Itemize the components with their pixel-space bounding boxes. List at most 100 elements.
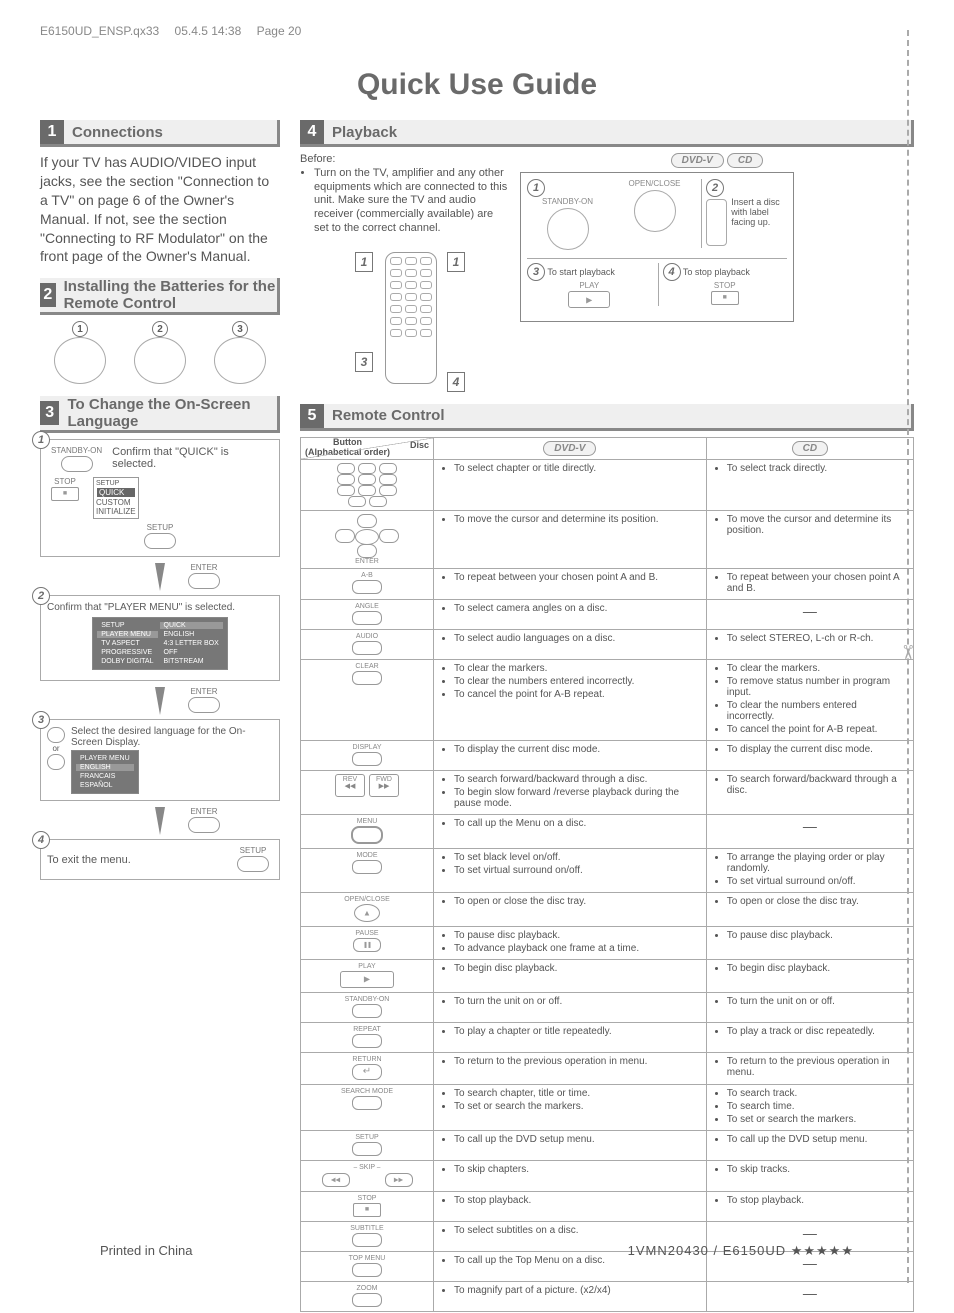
columns: 1 Connections If your TV has AUDIO/VIDEO… [40, 120, 914, 1312]
arrow-buttons: or [47, 726, 65, 794]
rc-bullet: To arrange the playing order or play ran… [727, 852, 907, 874]
rc-bullet: To set or search the markers. [727, 1114, 907, 1125]
rc-bullet: To select chapter or title directly. [454, 463, 700, 474]
playback-bullet: Turn on the TV, amplifier and any other … [314, 167, 510, 236]
file-meta: E6150UD_ENSP.qx33 05.4.5 14:38 Page 20 [40, 24, 914, 38]
stop-label: STOP [51, 477, 79, 486]
rc-dvd-cell: To select camera angles on a disc. [434, 599, 707, 629]
rc-bullet: To clear the markers. [727, 663, 907, 674]
rc-bullet: To stop playback. [454, 1195, 700, 1206]
rc-bullet: To call up the Menu on a disc. [454, 818, 700, 829]
osd-r2b: 4:3 LETTER BOX [160, 640, 223, 647]
rc-cd-cell: To open or close the disc tray. [706, 892, 913, 926]
rc-cd-cell: To pause disc playback. [706, 926, 913, 959]
rc-row: RETURN To return to the previous operatio… [301, 1052, 914, 1084]
section-3-num: 3 [40, 401, 59, 425]
rc-button-cell: CLEAR [301, 659, 434, 740]
osd-r4a: DOLBY DIGITAL [97, 658, 157, 665]
scissors-icon: ✂ [895, 644, 920, 661]
osd-lm-h: PLAYER MENU [76, 755, 134, 762]
rc-button-cell: AUDIO [301, 629, 434, 659]
rc-badge-cd: CD [792, 441, 828, 456]
rc-button-cell: OPEN/CLOSE [301, 892, 434, 926]
section-2-header: 2 Installing the Batteries for the Remot… [40, 278, 280, 315]
section-5-header: 5 Remote Control [300, 404, 914, 431]
rc-bullet: To begin disc playback. [454, 963, 700, 974]
rc-dvd-cell: To move the cursor and determine its pos… [434, 510, 707, 568]
rc-row: STOPTo stop playback.To stop playback. [301, 1191, 914, 1221]
pb-step-4: 4 [663, 263, 681, 281]
rc-head-cd: CD [706, 437, 913, 459]
pb-step-2: 2 [706, 179, 724, 197]
rc-bullet: To return to the previous operation in m… [454, 1056, 700, 1067]
osd-lm-o2: FRANCAIS [76, 773, 134, 780]
lang-step-4: 4 To exit the menu. SETUP [40, 839, 280, 880]
rc-button-cell [301, 459, 434, 510]
battery-step-1-image [54, 337, 106, 384]
osd-lm-o1: ENGLISH [76, 764, 134, 771]
meta-date: 05.4.5 14:38 [175, 24, 242, 38]
rc-button-cell: MODE [301, 848, 434, 892]
osd-lm-o3: ESPAÑOL [76, 782, 134, 789]
rc-head-dvd: DVD-V [434, 437, 707, 459]
rc-bullet: To play a chapter or title repeatedly. [454, 1026, 700, 1037]
rc-dvd-cell: To return to the previous operation in m… [434, 1052, 707, 1084]
battery-step-3-image [214, 337, 266, 384]
rc-dvd-cell: To skip chapters. [434, 1160, 707, 1191]
rc-button-cell: RETURN [301, 1052, 434, 1084]
rc-dvd-cell: To open or close the disc tray. [434, 892, 707, 926]
player-diagram: 1 STANDBY-ON OPEN/CLOSE [520, 172, 794, 322]
osd-r3b: OFF [160, 649, 223, 656]
rc-cd-cell: To search forward/backward through a dis… [706, 770, 913, 814]
rc-row: ZOOMTo magnify part of a picture. (x2/x4… [301, 1281, 914, 1311]
rc-bullet: To select STEREO, L-ch or R-ch. [727, 633, 907, 644]
section-1-num: 1 [40, 120, 64, 144]
pb-step-3: 3 [527, 263, 545, 281]
osd-r3a: PROGRESSIVE [97, 649, 157, 656]
rc-row: ⎯ SKIP ⎯To skip chapters.To skip tracks. [301, 1160, 914, 1191]
rc-button-cell: STANDBY-ON [301, 992, 434, 1022]
arrow-2-3: ENTER [40, 687, 280, 715]
pb-stop: To stop playback [683, 267, 750, 277]
rc-button-cell: ZOOM [301, 1281, 434, 1311]
rc-bullet: To clear the numbers entered incorrectly… [454, 676, 700, 687]
rc-button-cell: MENU [301, 814, 434, 848]
rc-button-cell: ENTER [301, 510, 434, 568]
rc-button-cell: SETUP [301, 1130, 434, 1160]
rc-cd-cell: To move the cursor and determine its pos… [706, 510, 913, 568]
rc-bullet: To turn the unit on or off. [454, 996, 700, 1007]
rc-dvd-cell: To repeat between your chosen point A an… [434, 568, 707, 599]
setup-osd-title: SETUP [96, 480, 136, 487]
rc-bullet: To pause disc playback. [727, 930, 907, 941]
pb-stop-label: STOP [714, 281, 736, 290]
left-column: 1 Connections If your TV has AUDIO/VIDEO… [40, 120, 280, 1312]
rc-cd-cell: To begin disc playback. [706, 959, 913, 992]
rc-cd-cell: To stop playback. [706, 1191, 913, 1221]
rc-row: SETUPTo call up the DVD setup menu.To ca… [301, 1130, 914, 1160]
standby-label: STANDBY-ON [51, 446, 102, 455]
enter-label-3: ENTER [188, 807, 220, 816]
rc-dvd-cell: To turn the unit on or off. [434, 992, 707, 1022]
rc-dvd-cell: To select chapter or title directly. [434, 459, 707, 510]
rc-row: MENUTo call up the Menu on a disc.— [301, 814, 914, 848]
rc-bullet: To search track. [727, 1088, 907, 1099]
setup-button-diagram: SETUP [51, 523, 269, 549]
right-column: 4 Playback Before: Turn on the TV, ampli… [300, 120, 914, 1312]
rc-bullet: To move the cursor and determine its pos… [454, 514, 700, 525]
rc-cd-cell: To display the current disc mode. [706, 740, 913, 770]
standby-button-diagram: STANDBY-ON [51, 446, 102, 473]
rc-dvd-cell: To pause disc playback.To advance playba… [434, 926, 707, 959]
section-1-title: Connections [72, 124, 163, 141]
rc-cd-cell: — [706, 1281, 913, 1311]
rc-head-diag: Disc Button (Alphabetical order) [301, 437, 434, 459]
section-3-title: To Change the On-Screen Language [67, 396, 277, 430]
rc-row: CLEAR To clear the markers. To clear the n… [301, 659, 914, 740]
section-2-num: 2 [40, 283, 56, 307]
rc-cd-cell: To select STEREO, L-ch or R-ch. [706, 629, 913, 659]
pb-insert: Insert a disc with label facing up. [731, 197, 787, 248]
section-5-title: Remote Control [332, 407, 445, 424]
remote-callout-1b: 1 [447, 252, 465, 272]
remote-callout-4: 4 [447, 372, 465, 392]
rc-cd-cell: To skip tracks. [706, 1160, 913, 1191]
rc-bullet: To set virtual surround on/off. [727, 876, 907, 887]
